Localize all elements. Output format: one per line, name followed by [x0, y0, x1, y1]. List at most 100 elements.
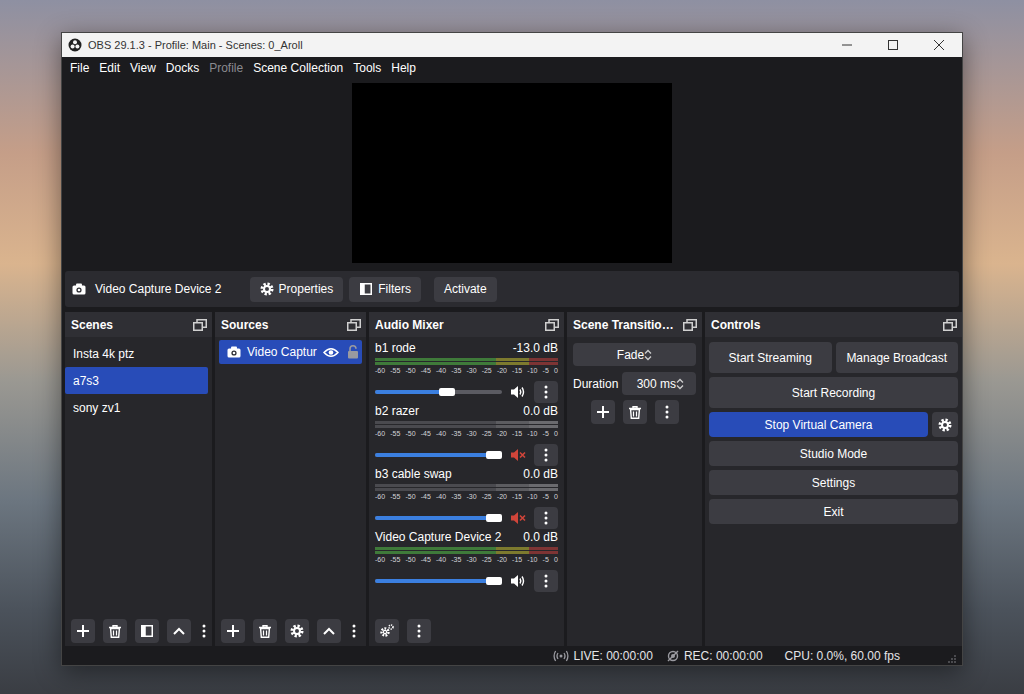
- scale-label: -35: [451, 366, 461, 375]
- channel-name: b2 razer: [375, 404, 419, 419]
- volume-slider[interactable]: [375, 516, 502, 520]
- undock-button[interactable]: [193, 319, 207, 331]
- updown-icon: [676, 378, 684, 390]
- undock-button[interactable]: [545, 319, 559, 331]
- control-button[interactable]: Manage Broadcast: [836, 342, 959, 373]
- scene-item[interactable]: a7s3: [65, 367, 208, 394]
- volume-handle[interactable]: [486, 451, 502, 459]
- channel-menu-button[interactable]: [534, 381, 558, 403]
- control-button[interactable]: Exit: [709, 499, 958, 524]
- scale-label: -20: [497, 555, 507, 564]
- dock-body: Video Captur: [215, 337, 366, 616]
- scene-item[interactable]: Insta 4k ptz: [65, 340, 208, 367]
- more-icon: [417, 624, 421, 638]
- channel-menu-button[interactable]: [534, 570, 558, 592]
- mute-toggle[interactable]: [510, 448, 526, 462]
- remove-transition-button[interactable]: [623, 400, 647, 424]
- remove-scene-button[interactable]: [103, 619, 127, 643]
- source-item[interactable]: Video Captur: [219, 340, 362, 364]
- volume-slider[interactable]: [375, 390, 502, 394]
- menu-item[interactable]: Docks: [161, 60, 204, 76]
- plus-icon: [77, 625, 89, 637]
- scale-label: -40: [436, 492, 446, 501]
- toolbar-button[interactable]: Properties: [250, 277, 344, 302]
- volume-handle[interactable]: [439, 388, 455, 396]
- dock-toolbar: [369, 616, 564, 646]
- menu-item[interactable]: Help: [386, 60, 421, 76]
- volume-fill: [375, 390, 449, 394]
- toolbar-button[interactable]: Filters: [349, 277, 421, 302]
- volume-meter: [375, 358, 558, 365]
- source-properties-button[interactable]: [285, 619, 309, 643]
- obs-window: OBS 29.1.3 - Profile: Main - Scenes: 0_A…: [61, 32, 963, 666]
- menu-item[interactable]: View: [125, 60, 161, 76]
- close-button[interactable]: [916, 33, 962, 57]
- control-row: Start Streaming Manage Broadcast: [709, 342, 958, 373]
- mute-toggle[interactable]: [510, 385, 526, 399]
- mute-toggle[interactable]: [510, 574, 526, 588]
- scale-label: -5: [543, 429, 549, 438]
- transition-dropdown[interactable]: Fade: [573, 343, 696, 366]
- channel-header: b1 rode-13.0 dB: [375, 341, 558, 356]
- mute-toggle[interactable]: [510, 511, 526, 525]
- menu-item[interactable]: File: [65, 60, 94, 76]
- menu-item[interactable]: Edit: [94, 60, 125, 76]
- toolbar-button[interactable]: Activate: [434, 277, 497, 302]
- scale-label: -35: [451, 429, 461, 438]
- volume-meter: [375, 547, 558, 554]
- control-button[interactable]: Start Streaming: [709, 342, 832, 373]
- volume-slider[interactable]: [375, 453, 502, 457]
- button-label: Exit: [823, 503, 843, 521]
- volume-fill: [375, 579, 502, 583]
- add-transition-button[interactable]: [591, 400, 615, 424]
- remove-source-button[interactable]: [253, 619, 277, 643]
- scale-label: -55: [390, 366, 400, 375]
- more-button[interactable]: [199, 619, 209, 643]
- audio-channel: b1 rode-13.0 dB-60-55-50-45-40-35-30-25-…: [375, 337, 558, 400]
- scene-filters-button[interactable]: [135, 619, 159, 643]
- docks: ScenesInsta 4k ptza7s3sony zv1SourcesVid…: [62, 312, 962, 646]
- volume-handle[interactable]: [486, 514, 502, 522]
- lock-open-icon: [347, 345, 359, 359]
- control-button[interactable]: Studio Mode: [709, 441, 958, 466]
- undock-button[interactable]: [943, 319, 957, 331]
- duration-field[interactable]: 300 ms: [622, 372, 696, 395]
- move-up-button[interactable]: [167, 619, 191, 643]
- scale-label: -50: [405, 429, 415, 438]
- scale-label: -50: [405, 492, 415, 501]
- button-label: Manage Broadcast: [846, 349, 947, 367]
- add-source-button[interactable]: [221, 619, 245, 643]
- menu-item[interactable]: Tools: [348, 60, 386, 76]
- channel-menu-button[interactable]: [534, 444, 558, 466]
- trash-icon: [629, 406, 641, 419]
- scale-label: -15: [512, 492, 522, 501]
- scale-label: -40: [436, 429, 446, 438]
- menu-item[interactable]: Scene Collection: [248, 60, 348, 76]
- undock-icon: [193, 319, 207, 331]
- channel-menu-button[interactable]: [534, 507, 558, 529]
- undock-button[interactable]: [683, 319, 697, 331]
- undock-button[interactable]: [347, 319, 361, 331]
- maximize-button[interactable]: [870, 33, 916, 57]
- more-button[interactable]: [349, 619, 359, 643]
- scene-item[interactable]: sony zv1: [65, 394, 208, 421]
- lock-toggle[interactable]: [347, 345, 359, 359]
- scale-label: -10: [527, 492, 537, 501]
- volume-handle[interactable]: [486, 577, 502, 585]
- transition-menu-button[interactable]: [655, 400, 679, 424]
- control-button[interactable]: Stop Virtual Camera: [709, 412, 928, 437]
- control-group: Studio Mode: [709, 441, 958, 466]
- options-button[interactable]: [932, 412, 958, 437]
- control-button[interactable]: Settings: [709, 470, 958, 495]
- volume-slider[interactable]: [375, 579, 502, 583]
- mixer-menu-button[interactable]: [407, 619, 431, 643]
- control-button[interactable]: Start Recording: [709, 377, 958, 408]
- scale-label: -55: [390, 555, 400, 564]
- move-up-button[interactable]: [317, 619, 341, 643]
- advanced-audio-button[interactable]: [375, 619, 399, 643]
- visibility-toggle[interactable]: [323, 347, 339, 358]
- minimize-button[interactable]: [824, 33, 870, 57]
- add-scene-button[interactable]: [71, 619, 95, 643]
- scale-label: -40: [436, 366, 446, 375]
- transition-controls: FadeDuration300 ms: [567, 337, 702, 424]
